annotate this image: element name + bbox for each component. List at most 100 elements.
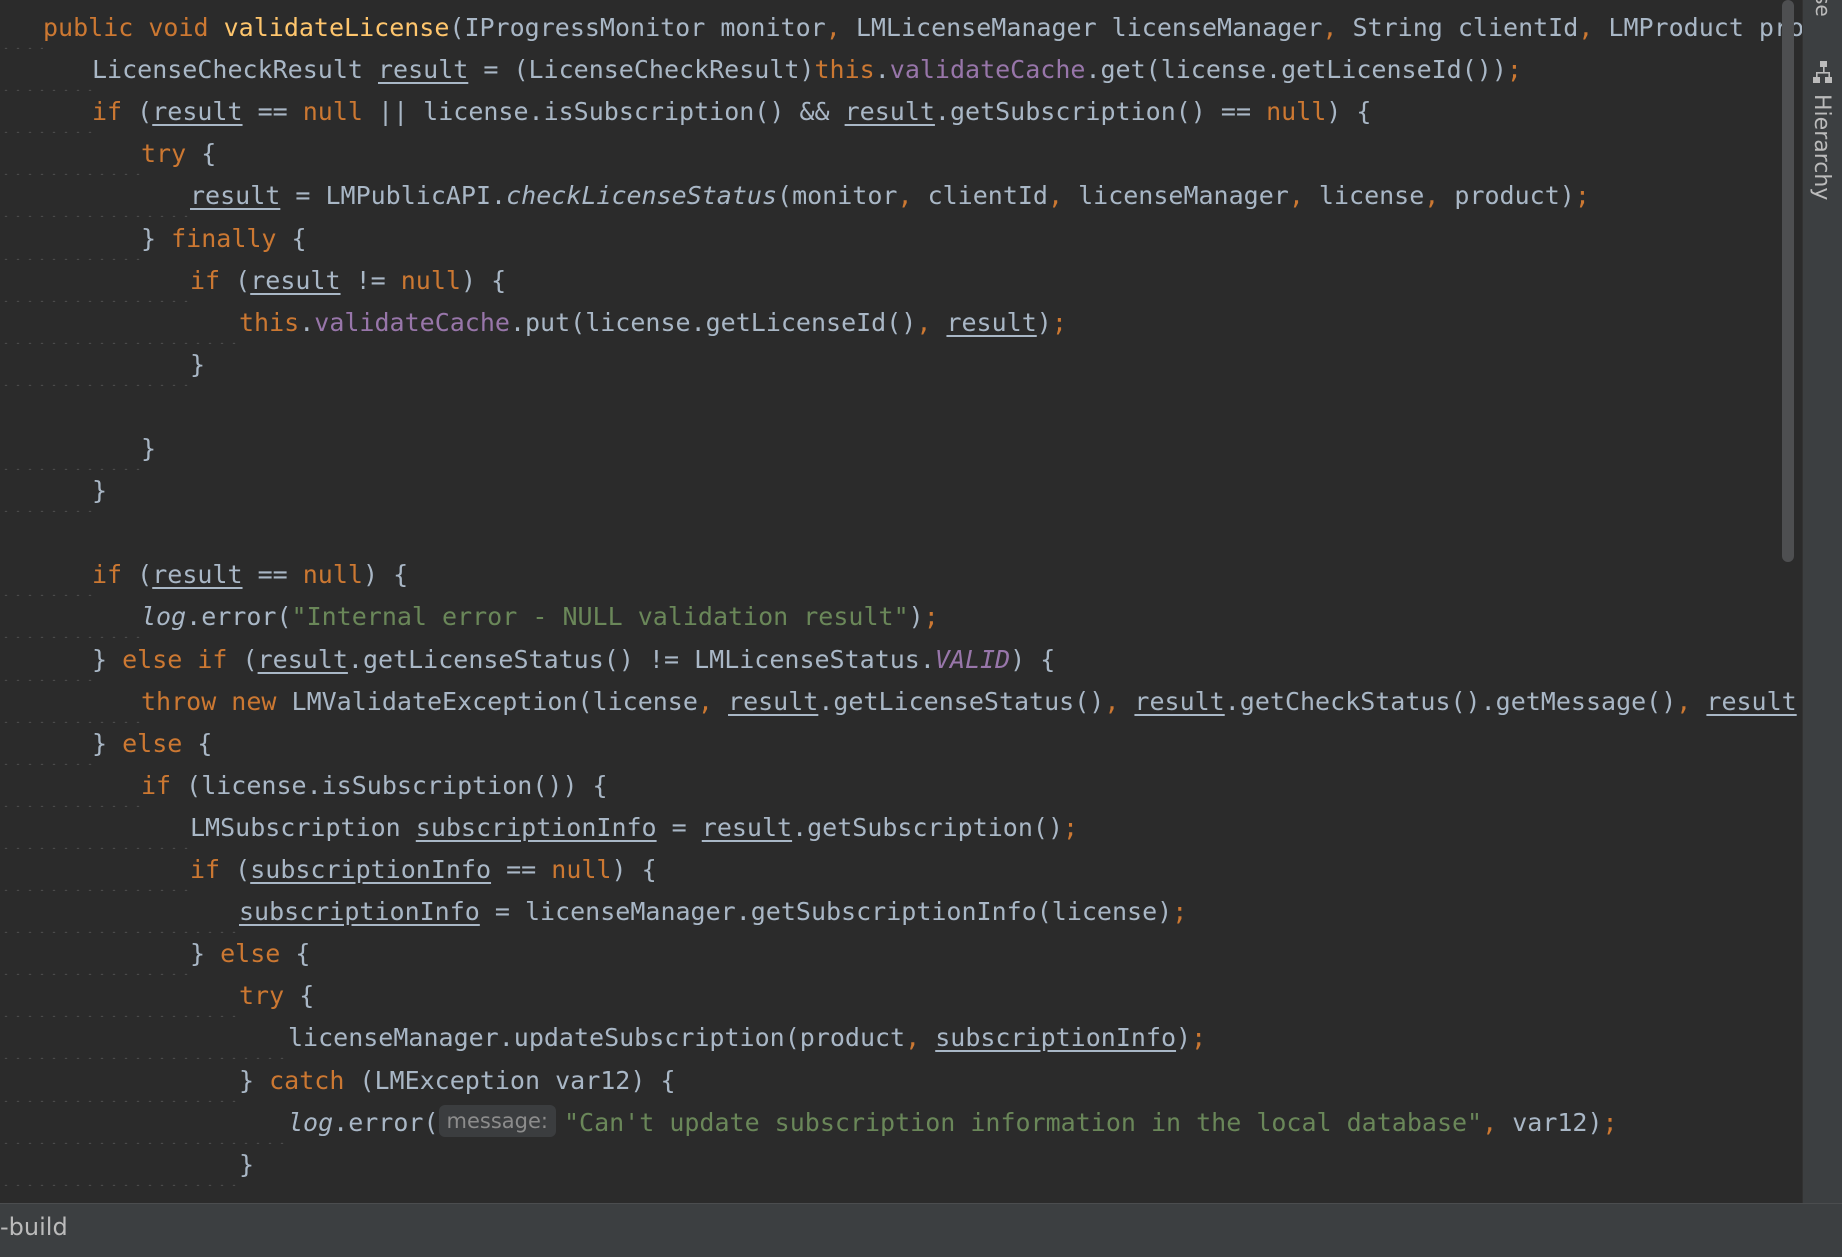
code-token: } <box>141 434 157 463</box>
code-line[interactable]: log.error(message: "Can't update subscrip… <box>0 1101 1780 1144</box>
code-line[interactable] <box>0 512 1780 554</box>
code-token: . <box>874 55 890 85</box>
code-token: .get(license.getLicenseId()) <box>1085 55 1507 85</box>
code-line[interactable]: if (license.isSubscription()) { <box>0 764 1780 807</box>
code-line[interactable]: } <box>0 343 1780 386</box>
code-token: ( <box>235 855 251 884</box>
code-token: ; <box>1506 55 1522 85</box>
code-token: , <box>1482 1107 1513 1137</box>
code-line[interactable]: } finally { <box>0 217 1780 260</box>
code-token: ) <box>1036 307 1052 337</box>
code-text: if (subscriptionInfo == null) { <box>190 849 657 891</box>
code-token: } <box>92 644 123 674</box>
code-token: , <box>1322 13 1353 42</box>
code-line[interactable]: } <box>0 428 1780 470</box>
code-text: try { <box>141 133 216 175</box>
code-line[interactable]: LMSubscription subscriptionInfo = result… <box>0 806 1780 849</box>
hierarchy-icon[interactable] <box>1813 60 1833 86</box>
code-token: != <box>340 265 401 295</box>
code-token: result <box>377 55 469 85</box>
code-line[interactable]: } else { <box>0 933 1780 976</box>
code-line[interactable]: } else if (result.getLicenseStatus() != … <box>0 638 1780 681</box>
indent-guide <box>0 259 190 302</box>
code-line[interactable] <box>0 386 1780 428</box>
code-token: == <box>242 97 303 127</box>
vertical-scrollbar-thumb[interactable] <box>1782 0 1794 562</box>
hierarchy-tab-label[interactable]: Hierarchy <box>1809 94 1834 200</box>
code-line[interactable]: } <box>0 470 1780 513</box>
code-token: else <box>220 939 296 969</box>
indent-guide <box>0 91 92 134</box>
code-token: license <box>1318 181 1425 211</box>
code-token: = LMPublicAPI. <box>280 181 507 211</box>
code-text: try { <box>239 975 314 1017</box>
code-text: public void validateLicense(IProgressMon… <box>43 7 1802 49</box>
parameter-hint: message: <box>438 1104 556 1137</box>
code-token: ) <box>908 602 924 632</box>
code-token: } <box>190 939 221 969</box>
code-token: ) <box>1176 1023 1192 1053</box>
code-token: == <box>242 560 303 590</box>
code-token: subscriptionInfo <box>935 1023 1177 1053</box>
indent-guide <box>0 933 190 976</box>
code-line[interactable]: if (result != null) { <box>0 259 1780 302</box>
indent-guide <box>0 175 190 218</box>
code-token: { <box>201 139 217 169</box>
code-token: this <box>239 307 300 337</box>
code-text: log.error("Internal error - NULL validat… <box>141 596 939 638</box>
code-token: } <box>141 223 172 253</box>
code-token: String clientId <box>1352 13 1579 42</box>
code-token: (license.isSubscription()) { <box>186 770 608 800</box>
code-token: validateCache <box>889 55 1086 85</box>
code-line[interactable]: subscriptionInfo = licenseManager.getSub… <box>0 891 1780 934</box>
code-line[interactable]: log.error("Internal error - NULL validat… <box>0 596 1780 639</box>
code-line[interactable]: licenseManager.updateSubscription(produc… <box>0 1017 1780 1060</box>
code-line[interactable]: LicenseCheckResult result = (LicenseChec… <box>0 49 1780 92</box>
code-token: LMSubscription <box>190 812 416 842</box>
code-token: var12) <box>1512 1107 1603 1137</box>
code-line[interactable]: if (result == null) { <box>0 554 1780 597</box>
code-token: { <box>295 939 311 969</box>
code-token: ; <box>1051 307 1067 337</box>
code-token: , <box>905 1023 936 1053</box>
code-line[interactable]: } <box>0 1143 1780 1186</box>
code-token: .getCheckStatus().getMessage() <box>1224 686 1677 716</box>
code-line[interactable]: result = LMPublicAPI.checkLicenseStatus(… <box>0 175 1780 218</box>
code-token: checkLicenseStatus <box>506 181 778 211</box>
code-line[interactable]: throw new LMValidateException(license, r… <box>0 680 1802 723</box>
code-line[interactable]: try { <box>0 133 1780 176</box>
code-token: ) { <box>611 855 657 884</box>
code-token: "Internal error - NULL validation result… <box>291 602 909 632</box>
code-text: if (license.isSubscription()) { <box>141 765 608 807</box>
code-line[interactable]: this.validateCache.put(license.getLicens… <box>0 301 1780 344</box>
code-token: if <box>92 97 138 127</box>
code-line[interactable]: } catch (LMException var12) { <box>0 1059 1780 1102</box>
code-text: } <box>239 1144 254 1186</box>
truncated-tool-window-label[interactable]: se <box>1811 0 1835 17</box>
code-line[interactable]: public void validateLicense(IProgressMon… <box>0 7 1802 49</box>
code-line[interactable]: try { <box>0 975 1780 1018</box>
code-token: null <box>400 265 461 295</box>
code-token: .getSubscription() == <box>934 97 1267 127</box>
code-text: LMSubscription subscriptionInfo = result… <box>190 807 1078 849</box>
code-token: subscriptionInfo <box>239 897 480 927</box>
code-token: , <box>897 181 928 211</box>
code-token: , <box>825 13 856 42</box>
indent-guide <box>0 1101 288 1144</box>
code-token: } <box>92 476 108 506</box>
code-line[interactable]: } else { <box>0 722 1780 765</box>
code-text: throw new LMValidateException(license, r… <box>141 681 1802 723</box>
code-token: result <box>1706 686 1797 716</box>
code-editor[interactable]: public void validateLicense(IProgressMon… <box>0 0 1802 1203</box>
code-token: || license.isSubscription() && <box>362 97 845 127</box>
code-token: public void <box>43 13 224 42</box>
code-token: if <box>190 855 236 884</box>
build-tool-window-label[interactable]: -build <box>0 1213 68 1241</box>
code-token: . <box>299 307 315 337</box>
code-token: } <box>190 349 206 379</box>
code-token: null <box>551 855 612 884</box>
code-line[interactable]: if (subscriptionInfo == null) { <box>0 849 1780 891</box>
code-text: } <box>92 470 107 512</box>
code-line[interactable]: if (result == null || license.isSubscrip… <box>0 91 1780 134</box>
code-token: result <box>946 307 1037 337</box>
